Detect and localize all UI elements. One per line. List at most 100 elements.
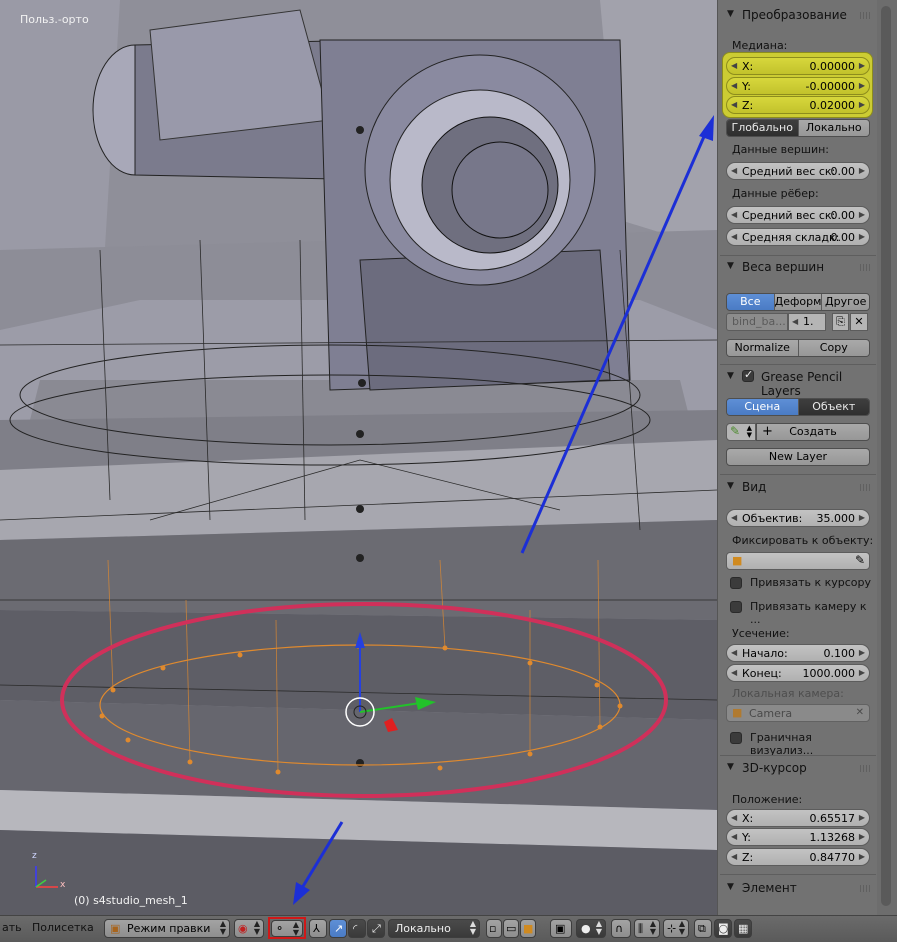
- camera-field[interactable]: ■ Camera ✕: [726, 704, 870, 722]
- paste-icon[interactable]: ⎘: [832, 313, 849, 331]
- axis-x-label: x: [60, 880, 66, 890]
- element-panel-header[interactable]: ▼ Элемент: [718, 878, 878, 899]
- select-edge-button[interactable]: ▭: [503, 919, 519, 938]
- cube-icon: ■: [732, 554, 743, 567]
- cursor-x-field[interactable]: ◀ X: 0.65517 ▶: [726, 809, 870, 827]
- tab-all[interactable]: Все: [727, 294, 775, 310]
- object-label: (0) s4studio_mesh_1: [74, 894, 188, 907]
- vertex-weight-field[interactable]: ◀ Средний вес ск: 0.00 ▶: [726, 162, 870, 180]
- select-vertex-button[interactable]: ▫: [486, 919, 502, 938]
- snap-element-selector[interactable]: ⫼ ▲ ▼: [634, 919, 660, 938]
- copy-button[interactable]: Copy: [798, 340, 869, 356]
- lock-camera-checkbox[interactable]: [730, 601, 742, 613]
- camera-icon: ■: [732, 706, 743, 719]
- tab-object[interactable]: Объект: [798, 399, 869, 415]
- eyedropper-icon[interactable]: ✎: [855, 553, 865, 567]
- local-button[interactable]: Локально: [798, 120, 869, 136]
- axis-z-label: z: [32, 851, 37, 861]
- lock-to-object-label: Фиксировать к объекту:: [732, 534, 874, 547]
- global-button[interactable]: Глобально: [727, 120, 799, 136]
- clear-icon[interactable]: ✕: [856, 707, 864, 718]
- drag-grip-icon[interactable]: [860, 12, 870, 19]
- render-button[interactable]: ◙: [714, 919, 732, 938]
- vertex-group-name[interactable]: bind_ba...: [726, 313, 788, 331]
- translate-button[interactable]: ↗: [329, 919, 347, 938]
- create-button[interactable]: + Создать: [756, 423, 870, 441]
- magnet-icon: ∩: [615, 922, 624, 935]
- pencil-selector[interactable]: ✎ ▲ ▼: [726, 423, 756, 441]
- edit-mode-icon: ▣: [110, 922, 121, 935]
- edge-crease-field[interactable]: ◀ Средняя складк: 0.00 ▶: [726, 228, 870, 246]
- cursor-z-field[interactable]: ◀ Z: 0.84770 ▶: [726, 848, 870, 866]
- vertex-weights-panel-header[interactable]: ▼ Веса вершин: [718, 257, 878, 278]
- expand-triangle-icon: ▼: [727, 882, 734, 892]
- mode-selector[interactable]: ▣ Режим правки ▲ ▼: [104, 919, 230, 938]
- scale-button[interactable]: ⤢: [367, 919, 385, 938]
- cursor-y-field[interactable]: ◀ Y: 1.13268 ▶: [726, 828, 870, 846]
- pivot-selector[interactable]: ⚬ ▲ ▼: [271, 920, 303, 937]
- drag-grip-icon[interactable]: [860, 264, 870, 271]
- proportional-icon: ●: [581, 922, 591, 935]
- panel-scrollbar[interactable]: [877, 0, 897, 915]
- drag-grip-icon[interactable]: [860, 765, 870, 772]
- copy-view-button[interactable]: ⧉: [694, 919, 712, 938]
- view-panel-header[interactable]: ▼ Вид: [718, 477, 878, 498]
- menu-cut-text[interactable]: ать: [2, 921, 22, 934]
- expand-triangle-icon: ▼: [727, 371, 734, 381]
- grease-pencil-checkbox[interactable]: [742, 368, 754, 382]
- divider: [720, 755, 876, 756]
- snap-toggle[interactable]: ∩: [611, 919, 631, 938]
- snap-target-selector[interactable]: ⊹ ▲ ▼: [663, 919, 689, 938]
- normalize-button[interactable]: Normalize: [727, 340, 799, 356]
- lock-object-field[interactable]: ■ ✎: [726, 552, 870, 570]
- tab-deform[interactable]: Деформ: [774, 294, 823, 310]
- clip-end-field[interactable]: ◀ Конец: 1000.000 ▶: [726, 664, 870, 682]
- pencil-icon: ✎: [730, 424, 741, 438]
- divider: [720, 255, 876, 256]
- scale-icon: ⤢: [372, 922, 381, 935]
- select-face-button[interactable]: ■: [520, 919, 536, 938]
- vertex-group-weight[interactable]: ◀ 1.: [788, 313, 826, 331]
- camera-render-icon: ◙: [718, 922, 729, 935]
- median-z-field[interactable]: ◀ Z: 0.02000 ▶: [726, 96, 870, 114]
- new-layer-button[interactable]: New Layer: [726, 448, 870, 466]
- drag-grip-icon[interactable]: [860, 885, 870, 892]
- clip-start-field[interactable]: ◀ Начало: 0.100 ▶: [726, 644, 870, 662]
- lock-cursor-checkbox[interactable]: [730, 577, 742, 589]
- transform-panel-header[interactable]: ▼ Преобразование: [718, 5, 878, 26]
- tab-other[interactable]: Другое: [822, 294, 869, 310]
- orientation-selector[interactable]: Локально ▲ ▼: [388, 919, 480, 938]
- lens-field[interactable]: ◀ Объектив: 35.000 ▶: [726, 509, 870, 527]
- plus-icon: +: [762, 424, 773, 439]
- render-animation-button[interactable]: ▦: [734, 919, 752, 938]
- shading-selector[interactable]: ◉ ▲ ▼: [234, 919, 264, 938]
- cursor3d-panel-header[interactable]: ▼ 3D-курсор: [718, 758, 878, 779]
- divider: [720, 874, 876, 875]
- snap-element-icon: ⫼: [638, 922, 644, 935]
- divider: [720, 364, 876, 365]
- proportional-editing-selector[interactable]: ● ▲ ▼: [576, 919, 606, 938]
- median-x-field[interactable]: ◀ X: 0.00000 ▶: [726, 57, 870, 75]
- face-select-icon: ■: [523, 922, 534, 935]
- edge-data-label: Данные рёбер:: [732, 187, 819, 200]
- median-label: Медиана:: [732, 39, 788, 52]
- limit-selection-button[interactable]: ▣: [550, 919, 572, 938]
- vertex-data-label: Данные вершин:: [732, 143, 830, 156]
- manipulator-toggle[interactable]: ⅄: [309, 919, 327, 938]
- viewport-header: ать Полисетка ▣ Режим правки ▲ ▼ ◉ ▲ ▼ ⚬ ▲…: [0, 915, 897, 942]
- lock-cursor-label: Привязать к курсору: [750, 576, 872, 589]
- copy-icon: ⧉: [698, 922, 706, 935]
- tab-scene[interactable]: Сцена: [727, 399, 799, 415]
- edge-weight-field[interactable]: ◀ Средний вес ск: 0.00 ▶: [726, 206, 870, 224]
- render-border-label: Граничная визуализ...: [750, 731, 814, 757]
- drag-grip-icon[interactable]: [860, 484, 870, 491]
- menu-mesh[interactable]: Полисетка: [32, 921, 94, 934]
- rotate-button[interactable]: ◜: [348, 919, 366, 938]
- properties-panel: ▼ Преобразование Медиана: ◀ X: 0.00000 ▶ ◀…: [717, 0, 878, 915]
- render-border-checkbox[interactable]: [730, 732, 742, 744]
- grease-pencil-panel-header[interactable]: ▼ Grease Pencil Layers: [718, 367, 878, 398]
- remove-icon[interactable]: ✕: [850, 313, 868, 331]
- median-y-field[interactable]: ◀ Y: -0.00000 ▶: [726, 77, 870, 95]
- 3d-viewport[interactable]: Польз.-орто z x (0) s4studio_mesh_1: [0, 0, 717, 915]
- manipulator-icon: ⅄: [313, 922, 320, 935]
